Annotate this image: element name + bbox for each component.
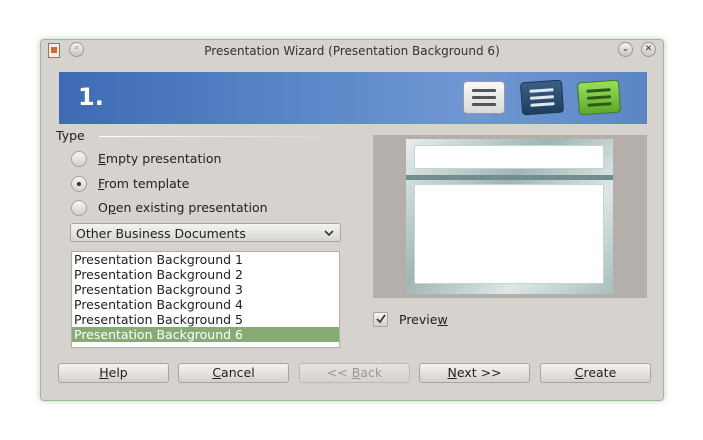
section-divider bbox=[99, 136, 347, 137]
radio-indicator-checked[interactable] bbox=[71, 176, 87, 192]
list-item[interactable]: Presentation Background 2 bbox=[72, 267, 339, 282]
preview-label: Preview bbox=[399, 312, 448, 327]
slide-divider bbox=[406, 175, 613, 180]
type-section-label: Type bbox=[56, 128, 85, 143]
template-category-dropdown[interactable]: Other Business Documents bbox=[70, 223, 341, 242]
help-button[interactable]: Help bbox=[58, 363, 169, 383]
checkmark-icon bbox=[376, 314, 386, 324]
title-bar[interactable]: ◦ Presentation Wizard (Presentation Back… bbox=[41, 40, 663, 62]
presentation-wizard-window: ◦ Presentation Wizard (Presentation Back… bbox=[40, 39, 664, 401]
preview-checkbox[interactable] bbox=[373, 312, 388, 327]
slide-preview bbox=[406, 139, 613, 294]
create-button[interactable]: Create bbox=[540, 363, 651, 383]
step-number: 1. bbox=[78, 83, 104, 111]
radio-label-open: Open existing presentation bbox=[98, 200, 268, 215]
list-item-selected[interactable]: Presentation Background 6 bbox=[72, 327, 339, 342]
list-blue-icon bbox=[519, 79, 565, 116]
minimize-button[interactable]: ⌄ bbox=[618, 42, 633, 57]
slide-title-placeholder bbox=[414, 145, 604, 169]
template-list[interactable]: Presentation Background 1 Presentation B… bbox=[71, 251, 340, 348]
radio-indicator[interactable] bbox=[71, 200, 87, 216]
window-title: Presentation Wizard (Presentation Backgr… bbox=[204, 44, 500, 58]
next-button[interactable]: Next >> bbox=[419, 363, 530, 383]
radio-label-empty: Empty presentation bbox=[98, 151, 222, 166]
close-button[interactable]: ✕ bbox=[641, 42, 656, 57]
list-item[interactable]: Presentation Background 1 bbox=[72, 252, 339, 267]
list-item[interactable]: Presentation Background 3 bbox=[72, 282, 339, 297]
list-item[interactable]: Presentation Background 4 bbox=[72, 297, 339, 312]
back-button[interactable]: << Back bbox=[299, 363, 410, 383]
list-item[interactable]: Presentation Background 5 bbox=[72, 312, 339, 327]
preview-pane bbox=[373, 135, 647, 298]
dropdown-value: Other Business Documents bbox=[76, 226, 246, 241]
radio-label-template: From template bbox=[98, 176, 190, 191]
list-icon bbox=[463, 81, 505, 114]
wizard-banner: 1. bbox=[59, 72, 647, 124]
radio-indicator[interactable] bbox=[71, 151, 87, 167]
list-green-icon bbox=[576, 79, 622, 116]
cancel-button[interactable]: Cancel bbox=[178, 363, 289, 383]
slide-content-placeholder bbox=[414, 184, 604, 284]
chevron-down-icon bbox=[324, 230, 334, 237]
